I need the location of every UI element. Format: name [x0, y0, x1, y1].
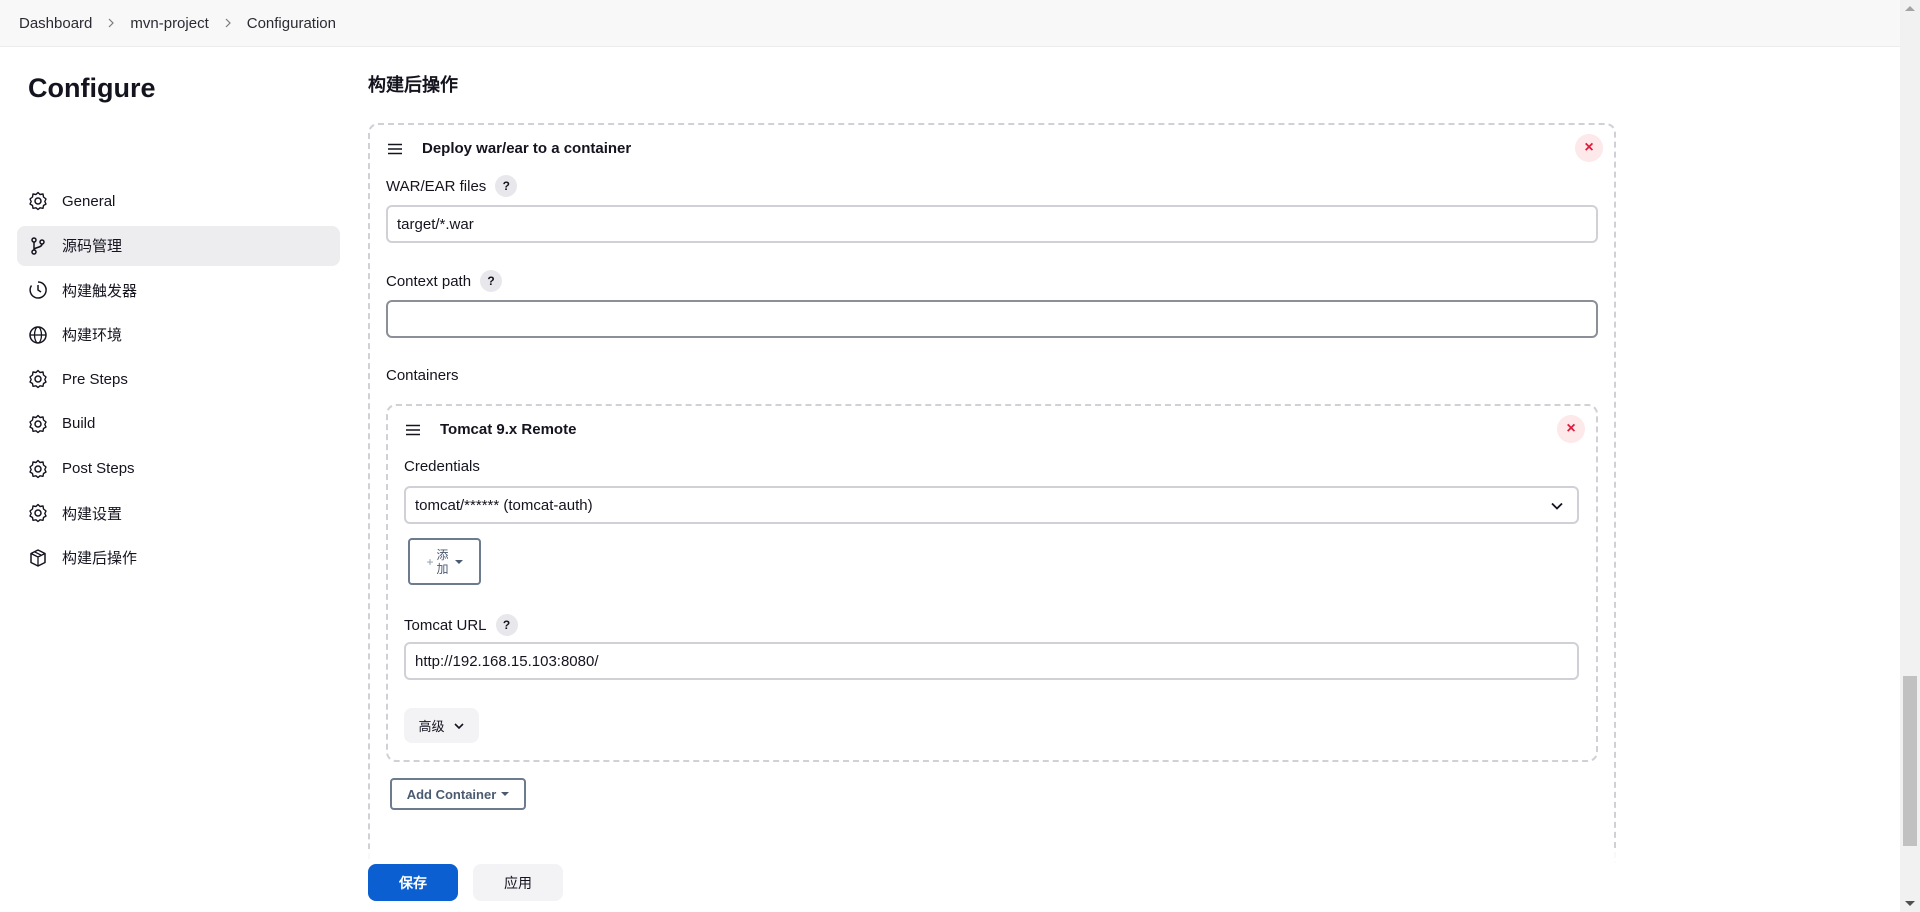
- war-files-input[interactable]: target/*.war: [386, 205, 1598, 243]
- gear-icon: [28, 414, 48, 434]
- page-title: Configure: [28, 73, 156, 103]
- sidebar-item-label: Post Steps: [62, 460, 135, 478]
- tomcat-card: [386, 404, 1598, 762]
- sidebar-item-label: General: [62, 192, 116, 210]
- deploy-card-title: Deploy war/ear to a container: [422, 140, 632, 157]
- tomcat-url-label: Tomcat URL ?: [404, 614, 518, 636]
- sidebar-item-pre-steps[interactable]: Pre Steps: [17, 359, 340, 399]
- scroll-up-icon[interactable]: [1905, 6, 1915, 11]
- save-button[interactable]: 保存: [368, 864, 458, 901]
- sidebar-item-label: Build: [62, 415, 96, 433]
- delete-container-button[interactable]: ×: [1557, 415, 1585, 443]
- scrollbar-thumb[interactable]: [1903, 676, 1917, 846]
- sidebar-nav: General 源码管理 构建触发器 构建环境 Pre Steps Build …: [17, 181, 340, 582]
- caret-down-icon: [501, 792, 510, 796]
- sidebar-item-label: 构建环境: [62, 327, 123, 345]
- branch-icon: [28, 236, 48, 256]
- context-path-input[interactable]: [386, 300, 1598, 338]
- tomcat-card-header: Tomcat 9.x Remote: [405, 421, 576, 438]
- help-icon[interactable]: ?: [495, 614, 518, 636]
- drag-handle-icon[interactable]: [405, 424, 421, 436]
- sidebar: Configure General 源码管理 构建触发器 构建环境 Pre St…: [0, 47, 350, 847]
- credentials-value: tomcat/****** (tomcat-auth): [415, 496, 593, 514]
- sidebar-item-build-environment[interactable]: 构建环境: [17, 315, 340, 355]
- add-credentials-button[interactable]: + 添加: [408, 538, 481, 585]
- add-container-button[interactable]: Add Container: [390, 778, 526, 810]
- sidebar-item-label: 源码管理: [62, 238, 123, 256]
- chevron-right-icon: [106, 18, 116, 28]
- deploy-card-header: Deploy war/ear to a container: [387, 140, 631, 157]
- scroll-down-icon[interactable]: [1905, 901, 1915, 906]
- chevron-right-icon: [223, 18, 233, 28]
- credentials-label: Credentials: [404, 458, 480, 475]
- clock-icon: [28, 280, 48, 300]
- war-files-label: WAR/EAR files ?: [386, 175, 518, 197]
- advanced-button[interactable]: 高级: [404, 708, 479, 743]
- scrollbar[interactable]: [1900, 0, 1920, 912]
- globe-icon: [28, 325, 48, 345]
- sidebar-item-label: Pre Steps: [62, 370, 128, 388]
- sidebar-item-build-settings[interactable]: 构建设置: [17, 493, 340, 533]
- sidebar-item-label: 构建触发器: [62, 282, 138, 300]
- sidebar-item-post-steps[interactable]: Post Steps: [17, 449, 340, 489]
- gear-icon: [28, 503, 48, 523]
- apply-button[interactable]: 应用: [473, 864, 563, 901]
- sidebar-item-build-triggers[interactable]: 构建触发器: [17, 270, 340, 310]
- breadcrumb-project[interactable]: mvn-project: [130, 15, 208, 32]
- tomcat-card-title: Tomcat 9.x Remote: [440, 421, 577, 438]
- section-title: 构建后操作: [368, 75, 458, 95]
- bottom-action-bar: [0, 849, 1900, 912]
- plus-icon: +: [426, 554, 434, 569]
- sidebar-item-label: 构建后操作: [62, 550, 138, 568]
- chevron-down-icon: [1551, 502, 1563, 510]
- sidebar-item-general[interactable]: General: [17, 181, 340, 221]
- delete-deploy-button[interactable]: ×: [1575, 134, 1603, 162]
- gear-icon: [28, 459, 48, 479]
- sidebar-item-label: 构建设置: [62, 505, 123, 523]
- breadcrumb: Dashboard mvn-project Configuration: [0, 0, 1920, 47]
- chevron-down-icon: [453, 722, 464, 729]
- tomcat-url-input[interactable]: http://192.168.15.103:8080/: [404, 642, 1579, 680]
- sidebar-item-source-code[interactable]: 源码管理: [17, 225, 340, 266]
- caret-down-icon: [454, 559, 463, 564]
- package-icon: [28, 548, 48, 568]
- drag-handle-icon[interactable]: [387, 143, 403, 155]
- sidebar-item-post-build[interactable]: 构建后操作: [17, 538, 340, 578]
- gear-icon: [28, 191, 48, 211]
- help-icon[interactable]: ?: [480, 270, 503, 292]
- breadcrumb-configuration[interactable]: Configuration: [247, 15, 336, 32]
- context-path-label: Context path ?: [386, 270, 503, 292]
- help-icon[interactable]: ?: [495, 175, 518, 197]
- containers-label: Containers: [386, 367, 459, 384]
- sidebar-item-build[interactable]: Build: [17, 404, 340, 444]
- credentials-select[interactable]: tomcat/****** (tomcat-auth): [404, 486, 1579, 524]
- gear-icon: [28, 369, 48, 389]
- breadcrumb-dashboard[interactable]: Dashboard: [19, 15, 92, 32]
